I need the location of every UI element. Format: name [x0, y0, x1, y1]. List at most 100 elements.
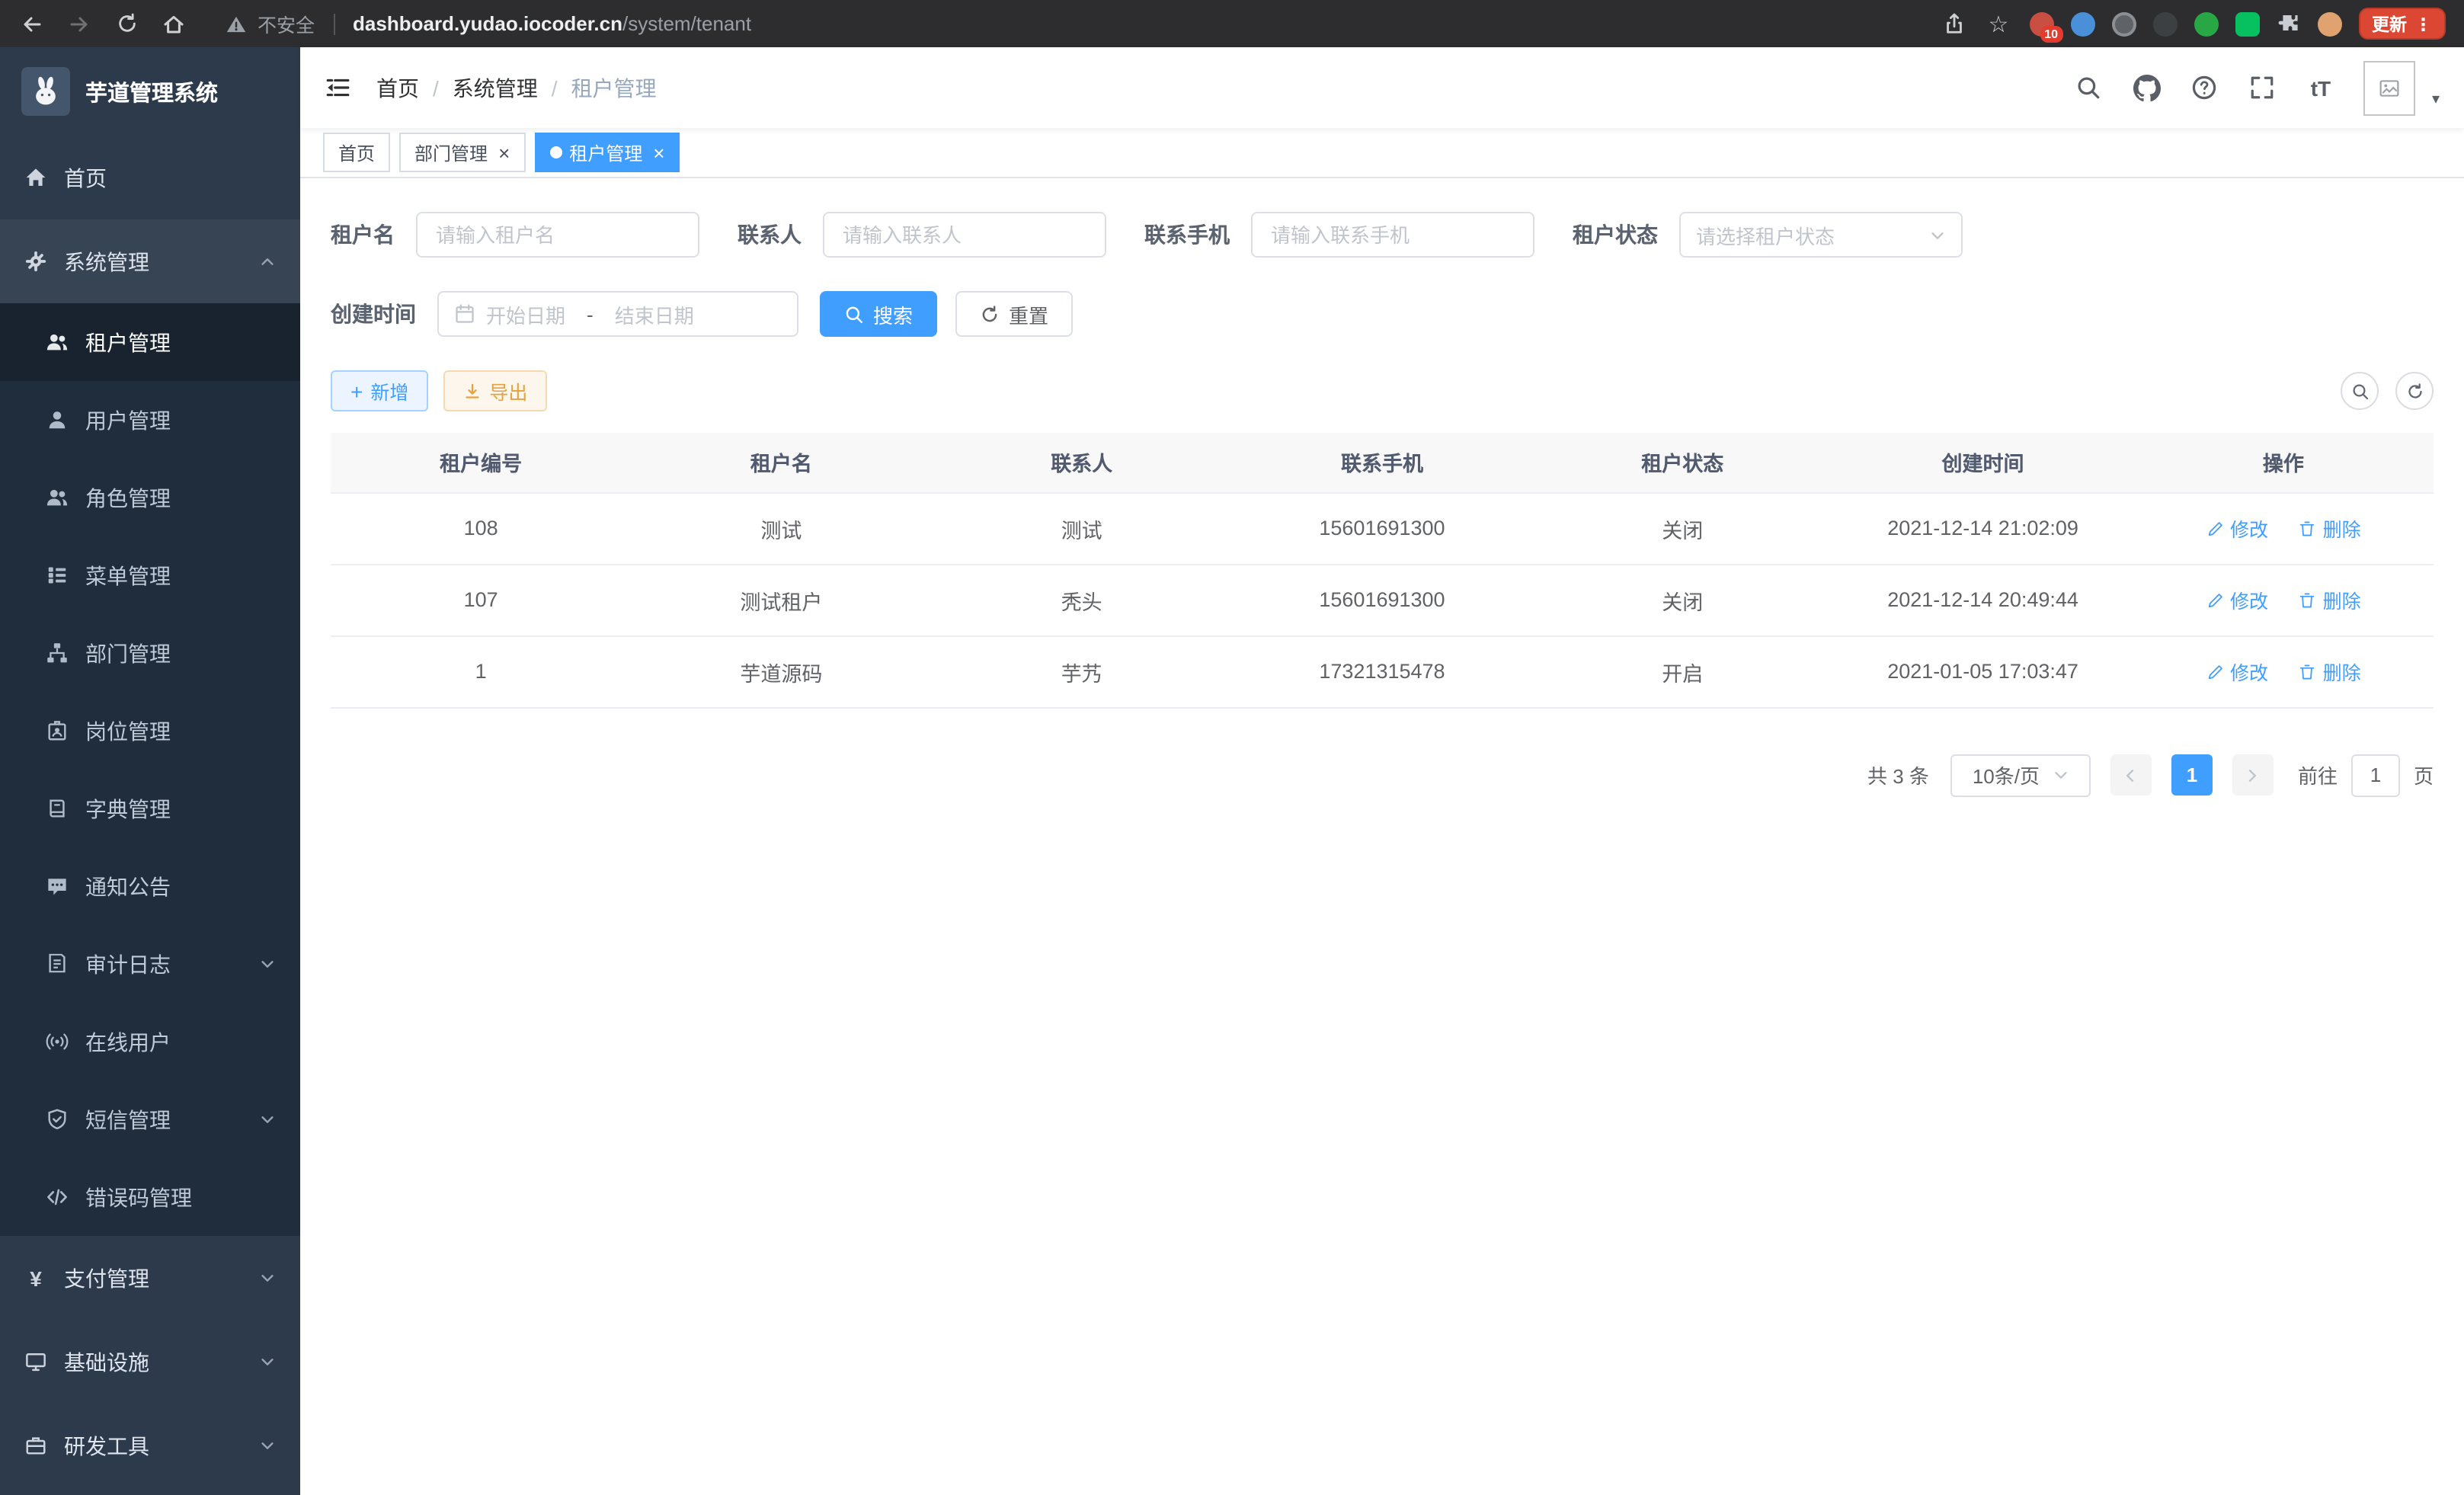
tab-home[interactable]: 首页: [323, 133, 390, 172]
chevron-down-icon: [259, 1437, 276, 1454]
prev-page-button[interactable]: [2110, 754, 2152, 796]
status-select[interactable]: 请选择租户状态: [1679, 212, 1963, 258]
org-tree-icon: [46, 642, 69, 664]
avatar-caret-icon[interactable]: ▾: [2432, 91, 2440, 115]
user-avatar[interactable]: [2363, 60, 2415, 115]
chevron-right-icon: [2244, 766, 2262, 784]
sidebar-item-tenant[interactable]: 租户管理: [0, 303, 300, 381]
edit-link[interactable]: 修改: [2206, 657, 2268, 686]
refresh-table-button[interactable]: [2395, 372, 2434, 410]
kebab-menu-icon[interactable]: ⋮: [2414, 13, 2432, 34]
create-time-label: 创建时间: [331, 299, 416, 329]
phone-input[interactable]: [1251, 212, 1534, 258]
extension-icon[interactable]: 10: [2029, 11, 2053, 36]
col-tenant-name: 租户名: [631, 433, 931, 492]
sidebar-item-dict[interactable]: 字典管理: [0, 770, 300, 847]
next-page-button[interactable]: [2232, 754, 2274, 796]
menu-list-icon: [46, 564, 69, 587]
back-icon[interactable]: [18, 10, 46, 37]
sidebar-item-home[interactable]: 首页: [0, 136, 300, 219]
sidebar-item-payment[interactable]: ¥ 支付管理: [0, 1236, 300, 1320]
contact-input[interactable]: [823, 212, 1106, 258]
sidebar-item-menu[interactable]: 菜单管理: [0, 536, 300, 614]
reload-icon[interactable]: [113, 10, 140, 37]
edit-link[interactable]: 修改: [2206, 514, 2268, 543]
phone-label: 联系手机: [1144, 219, 1230, 250]
goto-page-input[interactable]: [2351, 754, 2400, 796]
breadcrumb-system[interactable]: 系统管理: [453, 72, 538, 103]
toggle-search-button[interactable]: [2341, 372, 2379, 410]
delete-link[interactable]: 删除: [2299, 657, 2361, 686]
search-icon[interactable]: [2066, 65, 2112, 110]
sms-shield-icon: [46, 1108, 69, 1131]
chevron-down-icon: [259, 1269, 276, 1286]
extension-icon[interactable]: [2152, 11, 2177, 36]
edit-link[interactable]: 修改: [2206, 585, 2268, 614]
current-page-button[interactable]: 1: [2171, 754, 2213, 796]
active-dot: [549, 146, 562, 158]
tenant-table: 租户编号 租户名 联系人 联系手机 租户状态 创建时间 操作 108 测试: [331, 433, 2434, 708]
page-unit-label: 页: [2414, 760, 2434, 789]
bookmark-star-icon[interactable]: ☆: [1985, 10, 2012, 37]
sidebar-item-role[interactable]: 角色管理: [0, 459, 300, 536]
profile-avatar-icon[interactable]: [2317, 11, 2341, 36]
sidebar-item-dept[interactable]: 部门管理: [0, 614, 300, 692]
warning-icon: [226, 13, 247, 34]
sidebar-item-audit-log[interactable]: 审计日志: [0, 925, 300, 1003]
delete-link[interactable]: 删除: [2299, 585, 2361, 614]
delete-link[interactable]: 删除: [2299, 514, 2361, 543]
omnibox-divider: [333, 13, 334, 34]
date-range-picker[interactable]: 开始日期 - 结束日期: [437, 291, 798, 337]
sidebar-toggle-icon[interactable]: [325, 75, 350, 101]
sidebar-item-notice[interactable]: 通知公告: [0, 847, 300, 925]
extension-icon[interactable]: [2070, 11, 2094, 36]
share-icon[interactable]: [1941, 10, 1968, 37]
extension-icon[interactable]: [2235, 11, 2259, 36]
notice-icon: [46, 875, 69, 898]
export-button[interactable]: 导出: [443, 370, 547, 411]
close-icon[interactable]: ×: [653, 142, 664, 162]
sidebar-item-post[interactable]: 岗位管理: [0, 692, 300, 770]
app-logo[interactable]: 芋道管理系统: [0, 47, 300, 136]
address-bar[interactable]: 不安全 dashboard.yudao.iocoder.cn /system/t…: [226, 9, 1941, 38]
fullscreen-icon[interactable]: [2240, 65, 2286, 110]
broken-image-icon: [2379, 77, 2400, 98]
reset-button[interactable]: 重置: [955, 291, 1073, 337]
home-icon[interactable]: [160, 10, 187, 37]
col-phone: 联系手机: [1232, 433, 1532, 492]
contact-label: 联系人: [738, 219, 802, 250]
sidebar-item-dev-tools[interactable]: 研发工具: [0, 1404, 300, 1487]
browser-chrome: 不安全 dashboard.yudao.iocoder.cn /system/t…: [0, 0, 2464, 47]
page-size-select[interactable]: 10条/页: [1950, 754, 2091, 796]
sidebar-item-system[interactable]: 系统管理: [0, 219, 300, 303]
plus-icon: +: [350, 380, 363, 402]
app-title: 芋道管理系统: [85, 75, 218, 107]
sidebar-item-user[interactable]: 用户管理: [0, 381, 300, 459]
close-icon[interactable]: ×: [498, 142, 510, 162]
font-size-icon[interactable]: tT: [2298, 65, 2344, 110]
gear-icon: [24, 250, 47, 273]
search-icon: [844, 304, 864, 324]
chevron-left-icon: [2122, 766, 2140, 784]
sidebar-item-sms[interactable]: 短信管理: [0, 1080, 300, 1158]
sidebar-item-error-code[interactable]: 错误码管理: [0, 1158, 300, 1236]
total-count: 共 3 条: [1867, 760, 1929, 789]
sidebar-item-online-users[interactable]: 在线用户: [0, 1003, 300, 1080]
tab-tenant[interactable]: 租户管理 ×: [534, 133, 680, 172]
update-button[interactable]: 更新 ⋮: [2358, 8, 2446, 40]
tab-dept[interactable]: 部门管理 ×: [399, 133, 525, 172]
extensions-puzzle-icon[interactable]: [2276, 11, 2300, 36]
tenant-name-input[interactable]: [416, 212, 699, 258]
forward-icon[interactable]: [66, 10, 93, 37]
extension-icon[interactable]: [2194, 11, 2218, 36]
extension-icon[interactable]: [2111, 11, 2136, 36]
github-icon[interactable]: [2124, 65, 2170, 110]
search-button[interactable]: 搜索: [820, 291, 937, 337]
sidebar-item-infrastructure[interactable]: 基础设施: [0, 1320, 300, 1404]
status-text: 关闭: [1532, 492, 1832, 564]
extension-badge: 10: [2040, 25, 2062, 42]
breadcrumb-home[interactable]: 首页: [376, 72, 419, 103]
help-icon[interactable]: [2182, 65, 2228, 110]
chevron-down-icon: [1929, 226, 1946, 243]
add-button[interactable]: + 新增: [331, 370, 428, 411]
